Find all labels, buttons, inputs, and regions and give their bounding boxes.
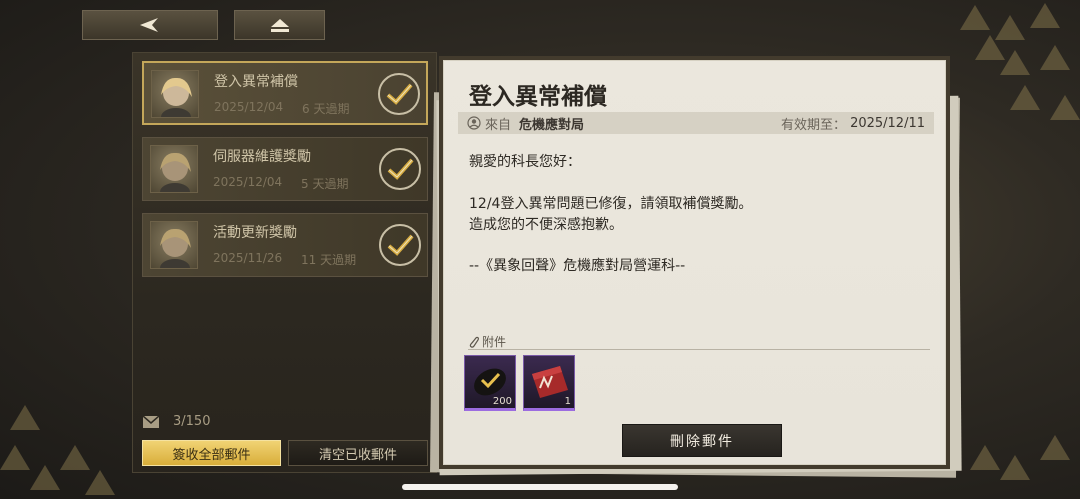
- mail-item[interactable]: 伺服器維護獎勵 2025/12/04 5 天過期: [142, 137, 428, 201]
- check-icon: [378, 73, 420, 115]
- back-button[interactable]: [82, 10, 218, 40]
- mail-expiry: 5 天過期: [301, 177, 349, 191]
- attachment-item[interactable]: 200: [464, 355, 516, 411]
- mail-date: 2025/12/04: [213, 175, 283, 189]
- letter-line: 12/4登入異常問題已修復，請領取補償獎勵。: [469, 196, 753, 212]
- home-indicator[interactable]: [402, 484, 678, 490]
- letter-greeting: 親愛的科長您好：: [469, 154, 581, 170]
- paperclip-icon: [469, 336, 479, 348]
- mail-item[interactable]: 活動更新獎勵 2025/11/26 11 天過期: [142, 213, 428, 277]
- back-arrow-icon: [140, 18, 158, 32]
- divider: [468, 349, 930, 350]
- letter-line: 造成您的不便深感抱歉。: [469, 217, 623, 233]
- mail-title: 登入異常補償: [214, 74, 298, 90]
- clear-received-button[interactable]: 清空已收郵件: [288, 440, 428, 466]
- envelope-icon: [143, 415, 159, 428]
- mail-count: 3/150: [143, 414, 210, 429]
- expiry-label: 有效期至：: [781, 117, 847, 133]
- attachments-header: 附件: [468, 333, 506, 350]
- mail-detail-panel: 登入異常補償 來自 危機應對局 有效期至： 2025/12/11 親愛的科長您好…: [439, 56, 950, 469]
- eject-home-icon: [270, 19, 289, 32]
- sender-avatar: [151, 70, 199, 118]
- mail-expiry: 11 天過期: [301, 253, 357, 267]
- claim-all-button[interactable]: 簽收全部郵件: [142, 440, 281, 466]
- check-icon: [379, 148, 421, 190]
- item-quantity: 200: [492, 396, 512, 407]
- sender-avatar: [150, 145, 198, 193]
- letter-title: 登入異常補償: [469, 83, 607, 110]
- letter-signature: --《異象回聲》危機應對局營運科--: [469, 258, 686, 274]
- mail-count-text: 3/150: [173, 414, 211, 429]
- mail-date: 2025/11/26: [213, 251, 283, 265]
- mail-item[interactable]: 登入異常補償 2025/12/04 6 天過期: [142, 61, 428, 125]
- attachment-item[interactable]: 1: [523, 355, 575, 411]
- check-icon: [379, 224, 421, 266]
- expiry-date: 2025/12/11: [850, 115, 925, 131]
- home-button[interactable]: [234, 10, 325, 40]
- mail-title: 活動更新獎勵: [213, 225, 297, 241]
- user-icon: [467, 116, 481, 130]
- from-label: 來自: [485, 117, 512, 133]
- sender-name: 危機應對局: [519, 117, 585, 133]
- sender-avatar: [150, 221, 198, 269]
- mail-list-panel: 登入異常補償 2025/12/04 6 天過期 伺服器維護獎勵 2025/12/…: [132, 52, 437, 473]
- item-quantity: 1: [564, 396, 571, 407]
- delete-mail-button[interactable]: 刪除郵件: [622, 424, 782, 457]
- mail-expiry: 6 天過期: [302, 102, 350, 116]
- letter-meta-bar: 來自 危機應對局 有效期至： 2025/12/11: [458, 112, 934, 134]
- attachments-label: 附件: [482, 335, 507, 349]
- mail-date: 2025/12/04: [214, 100, 284, 114]
- mail-title: 伺服器維護獎勵: [213, 149, 311, 165]
